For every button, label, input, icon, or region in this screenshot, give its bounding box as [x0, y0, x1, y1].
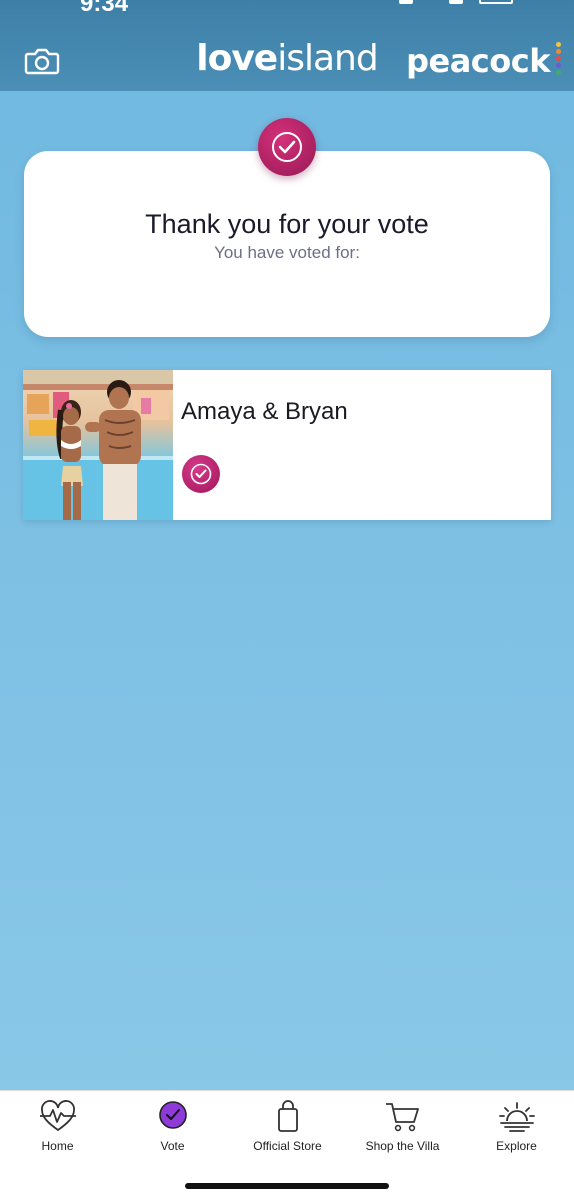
- nav-item-vote[interactable]: Vote: [115, 1099, 230, 1165]
- shopping-bag-icon: [277, 1100, 298, 1132]
- app-header: 9:34 loveisland peacock: [0, 0, 574, 91]
- home-indicator: [185, 1183, 389, 1189]
- couple-photo: [23, 370, 173, 520]
- confirmation-title: Thank you for your vote: [145, 209, 429, 239]
- couple-name: Amaya & Bryan: [181, 398, 348, 425]
- status-icons: [399, 0, 519, 8]
- voted-couple-card[interactable]: Amaya & Bryan: [23, 370, 551, 520]
- sunset-icon: [498, 1102, 535, 1132]
- vote-confirmed-badge: [258, 118, 316, 176]
- nav-item-official-store[interactable]: Official Store: [230, 1099, 345, 1165]
- vote-check-icon: [158, 1101, 187, 1129]
- selected-check-badge: [182, 455, 220, 493]
- check-circle-icon: [190, 463, 212, 485]
- nav-item-shop-the-villa[interactable]: Shop the Villa: [345, 1099, 460, 1165]
- nav-item-home[interactable]: Home: [0, 1099, 115, 1165]
- nav-label-home: Home: [41, 1139, 74, 1153]
- peacock-logo: peacock: [406, 42, 550, 80]
- brand-love: love: [196, 38, 278, 79]
- nav-label-official-store: Official Store: [253, 1139, 322, 1153]
- nav-label-explore: Explore: [496, 1139, 537, 1153]
- confirmation-subtitle: You have voted for:: [214, 243, 360, 262]
- peacock-dots: [556, 42, 562, 78]
- brand-island: island: [277, 38, 378, 79]
- check-circle-icon: [272, 132, 302, 162]
- vote-confirmation-card: Thank you for your vote You have voted f…: [24, 151, 550, 337]
- heartbeat-icon: [39, 1100, 76, 1132]
- nav-item-explore[interactable]: Explore: [459, 1099, 574, 1165]
- status-time: 9:34: [80, 0, 129, 17]
- cart-icon: [385, 1103, 419, 1132]
- nav-label-shop-the-villa: Shop the Villa: [365, 1139, 440, 1153]
- nav-label-vote: Vote: [160, 1139, 185, 1153]
